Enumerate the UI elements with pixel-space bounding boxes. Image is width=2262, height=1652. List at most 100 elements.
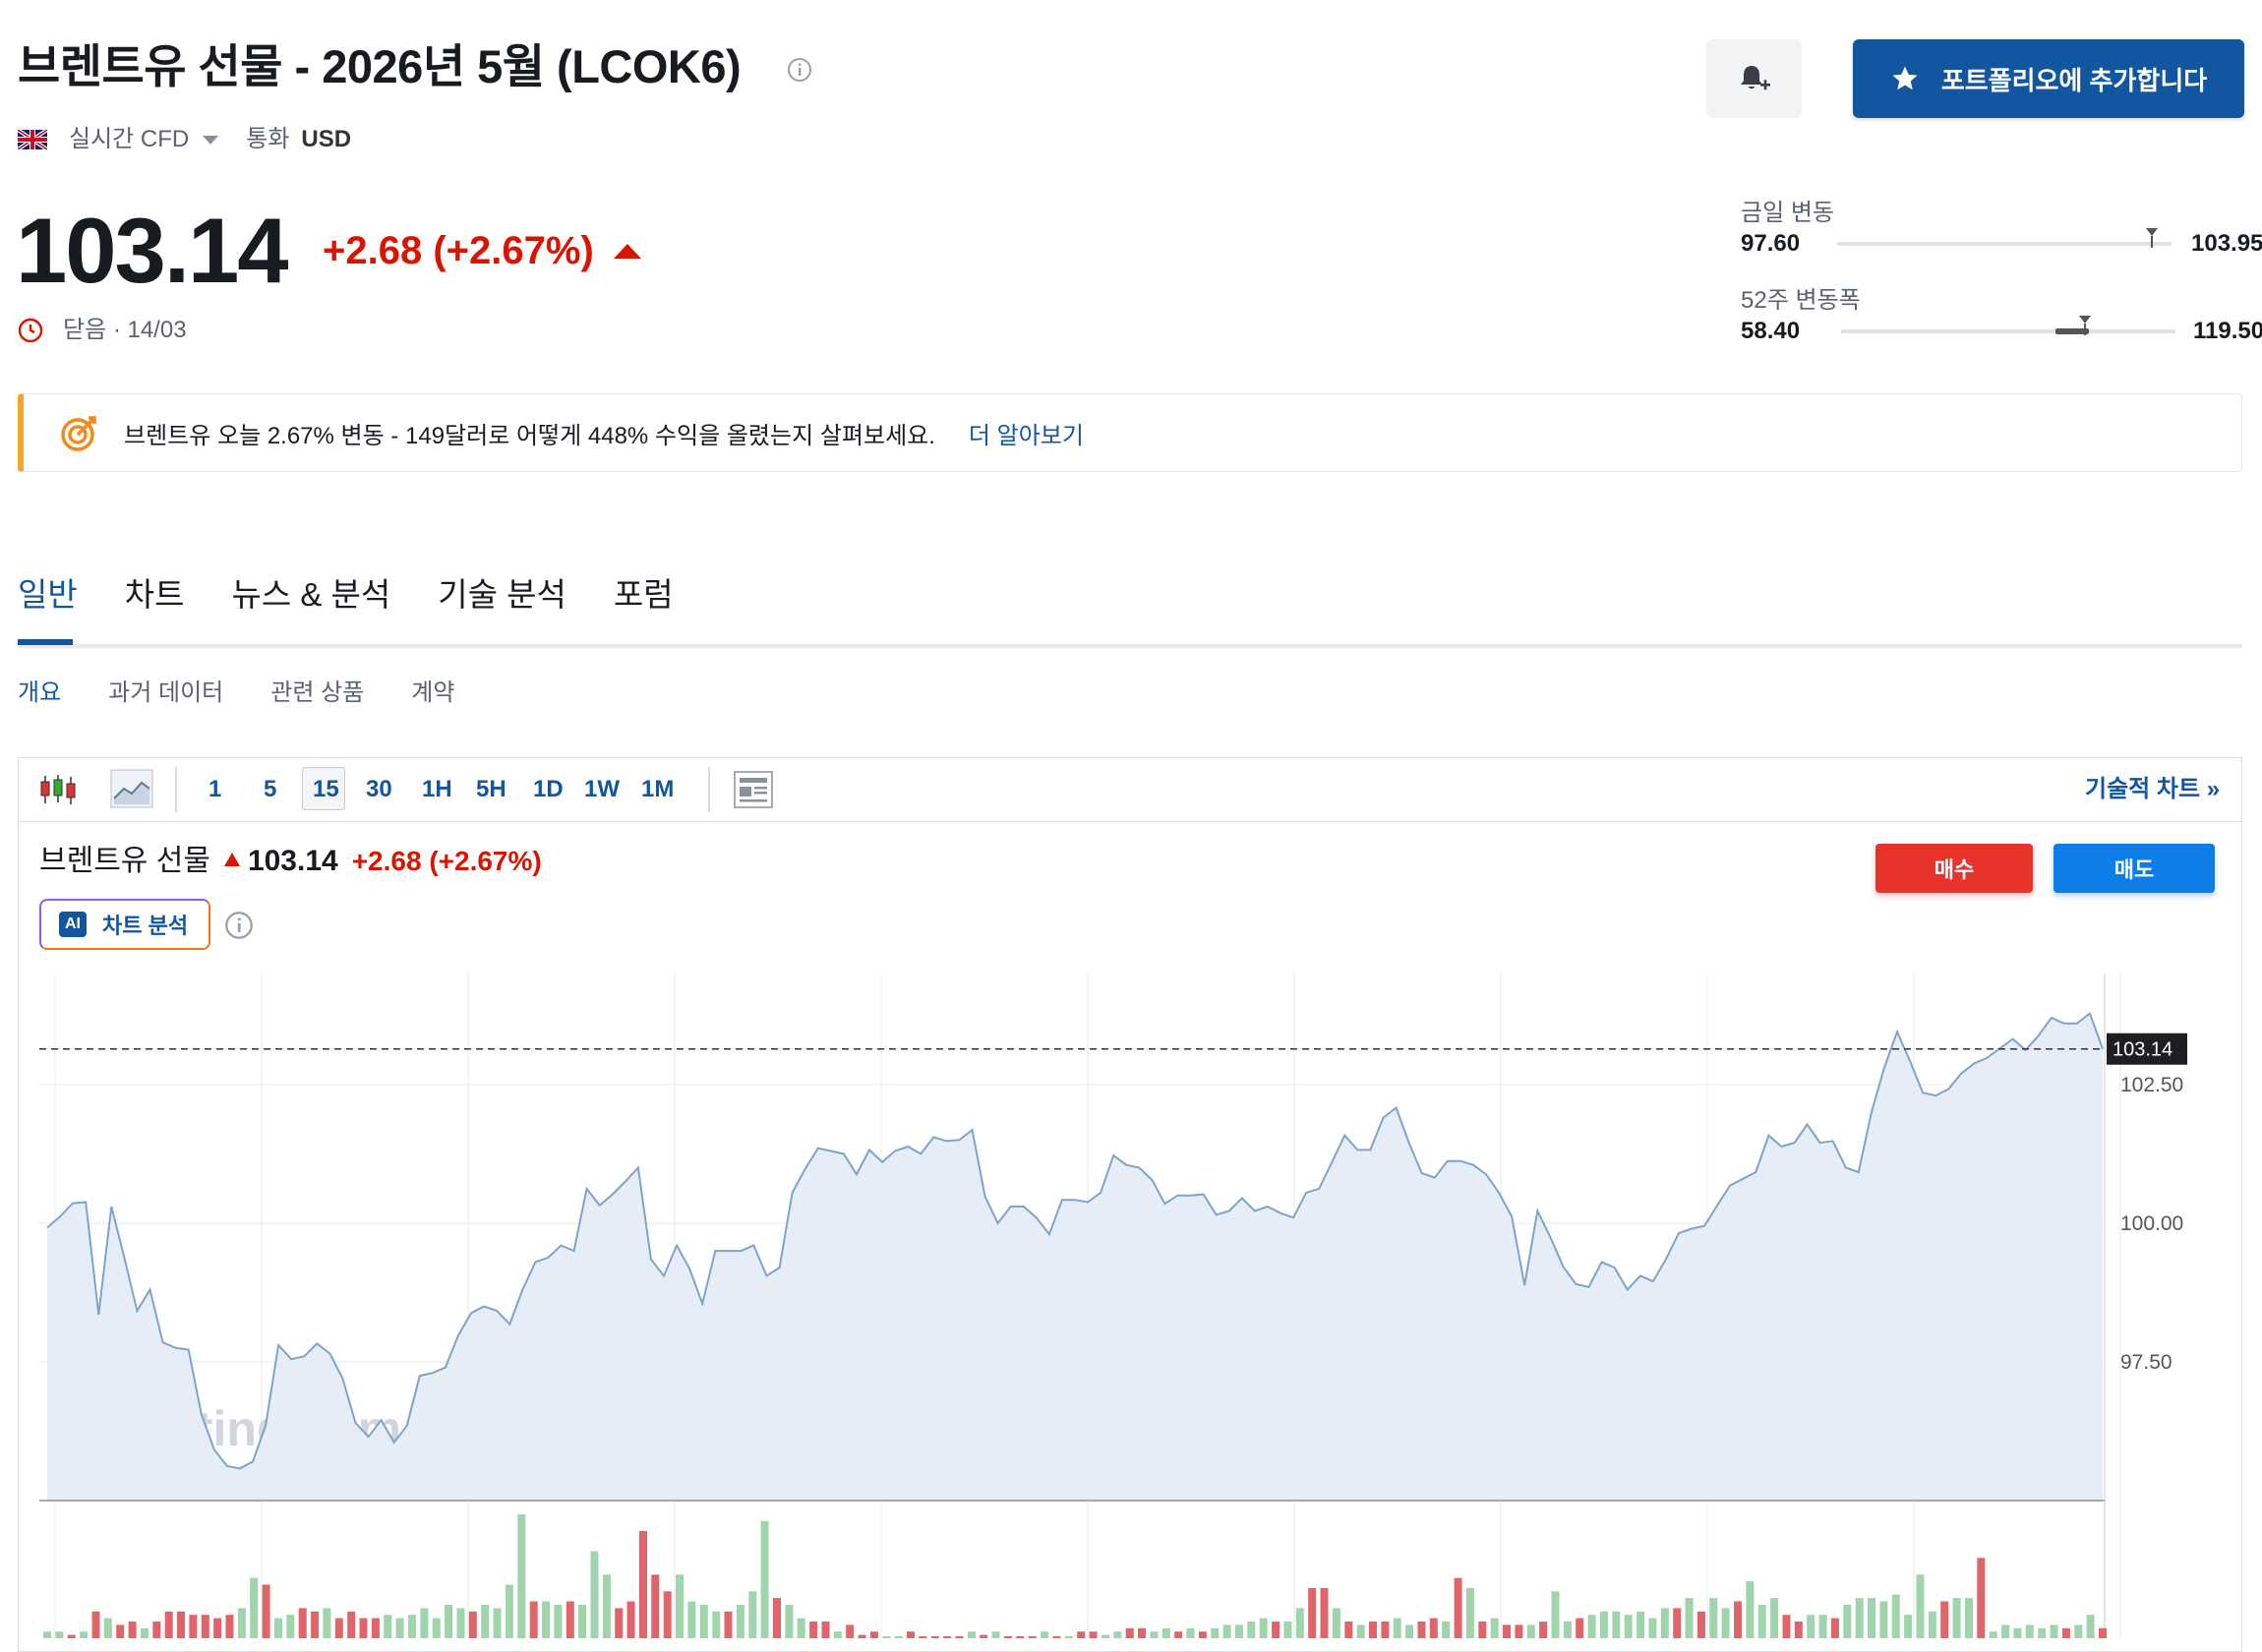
subtab-historical-data[interactable]: 과거 데이터	[108, 677, 223, 710]
volume-bar	[432, 1618, 441, 1638]
volume-bar	[651, 1574, 660, 1638]
volume-bar	[420, 1608, 429, 1638]
volume-bar	[1673, 1608, 1682, 1638]
volume-bar	[1977, 1558, 1986, 1638]
info-icon[interactable]	[224, 911, 254, 940]
candlestick-icon[interactable]	[39, 773, 77, 806]
volume-bar	[991, 1631, 1000, 1638]
subtab-related[interactable]: 관련 상품	[270, 677, 364, 710]
main-tabs: 일반 차트 뉴스 & 분석 기술 분석 포럼	[18, 568, 721, 621]
volume-bar	[967, 1631, 976, 1638]
tab-chart[interactable]: 차트	[125, 568, 185, 621]
interval-5h[interactable]: 5H	[476, 773, 506, 806]
volume-bar	[395, 1618, 404, 1638]
volume-bar	[1576, 1618, 1584, 1638]
tab-news-analysis[interactable]: 뉴스 & 분석	[231, 568, 390, 621]
buy-button[interactable]: 매수	[1875, 844, 2033, 893]
tab-forum[interactable]: 포럼	[614, 568, 674, 621]
tab-technical[interactable]: 기술 분석	[438, 568, 566, 621]
chart-change: +2.68 (+2.67%)	[351, 846, 542, 876]
cfd-dropdown[interactable]: 실시간 CFD	[69, 122, 246, 157]
info-icon[interactable]	[787, 57, 812, 83]
volume-bar	[103, 1618, 112, 1638]
volume-bar	[1332, 1608, 1340, 1638]
volume-bar	[1041, 1631, 1049, 1638]
volume-bar	[2001, 1624, 2010, 1638]
price-area	[47, 1013, 2103, 1501]
volume-bar	[1465, 1587, 1474, 1638]
sell-button[interactable]: 매도	[2054, 844, 2215, 893]
volume-bar	[1746, 1581, 1755, 1638]
interval-30[interactable]: 30	[366, 773, 392, 806]
day-range-marker	[2145, 228, 2159, 253]
interval-15[interactable]: 15	[313, 773, 339, 806]
volume-bar	[311, 1611, 320, 1638]
interval-1w[interactable]: 1W	[584, 773, 620, 806]
volume-bar	[687, 1601, 696, 1638]
ai-badge-icon: AI	[59, 912, 87, 937]
volume-bar	[785, 1604, 794, 1638]
volume-bar	[846, 1624, 855, 1638]
volume-bar	[1283, 1622, 1292, 1638]
volume-bar	[67, 1634, 76, 1638]
volume-bar	[1757, 1604, 1766, 1638]
arrow-up-icon	[223, 853, 240, 866]
volume-bar	[456, 1608, 465, 1638]
volume-bar	[626, 1601, 635, 1638]
tab-general[interactable]: 일반	[18, 568, 78, 621]
volume-bar	[615, 1608, 624, 1638]
area-chart-icon[interactable]	[110, 769, 153, 808]
volume-bar	[359, 1618, 368, 1638]
volume-bar	[1344, 1622, 1353, 1638]
volume-bar	[1320, 1587, 1329, 1638]
banner-learn-more-link[interactable]: 더 알아보기	[969, 416, 1084, 450]
volume-bar	[1211, 1627, 1220, 1638]
day-range-bar	[1837, 242, 2172, 246]
news-icon[interactable]	[734, 771, 773, 808]
add-to-portfolio-button[interactable]: 포트폴리오에 추가합니다	[1853, 39, 2244, 118]
volume-bar	[1490, 1618, 1499, 1638]
volume-bar	[1868, 1598, 1875, 1638]
interval-5[interactable]: 5	[264, 773, 276, 806]
interval-1[interactable]: 1	[208, 773, 221, 806]
volume-bar	[140, 1627, 149, 1638]
technical-chart-link[interactable]: 기술적 차트 »	[2085, 773, 2220, 806]
interval-1d[interactable]: 1D	[533, 773, 564, 806]
interval-1h[interactable]: 1H	[422, 773, 452, 806]
volume-bar	[2074, 1624, 2083, 1638]
week52-range-bar	[1841, 329, 2175, 333]
price-chart[interactable]: Investing.com 97.50100.00102.50 103.14	[20, 974, 2223, 1638]
volume-bar	[639, 1531, 647, 1638]
volume-bar	[980, 1634, 988, 1638]
tab-divider	[18, 644, 2242, 648]
volume-bar	[1308, 1587, 1317, 1638]
volume-bar	[1794, 1622, 1803, 1638]
arrow-up-icon	[613, 243, 641, 259]
volume-bar	[445, 1604, 453, 1638]
subtab-overview[interactable]: 개요	[18, 677, 61, 710]
volume-bar	[505, 1584, 513, 1638]
volume-bar	[286, 1615, 295, 1638]
volume-bar	[1503, 1624, 1511, 1638]
volume-bar	[274, 1618, 282, 1638]
volume-bar	[91, 1611, 100, 1638]
quote-meta: 실시간 CFD 통화 USD	[18, 122, 351, 157]
y-tick-label: 100.00	[2120, 1212, 2183, 1235]
subtab-contracts[interactable]: 계약	[411, 677, 454, 710]
volume-bar	[225, 1615, 234, 1638]
uk-flag-icon	[18, 130, 47, 149]
volume-bar	[128, 1622, 137, 1638]
volume-bar	[1174, 1631, 1183, 1638]
volume-bar	[1272, 1622, 1280, 1638]
ai-chart-analysis-button[interactable]: AI 차트 분석	[39, 899, 210, 950]
chart-toolbar	[18, 757, 2242, 822]
volume-bar	[712, 1611, 721, 1638]
instrument-title: 브렌트유 선물 - 2026년 5월 (LCOK6)	[18, 40, 742, 92]
interval-1m[interactable]: 1M	[641, 773, 674, 806]
volume-bar	[1637, 1611, 1645, 1638]
add-alert-button[interactable]	[1706, 39, 1802, 118]
volume-bar	[1891, 1594, 1900, 1638]
volume-bar	[773, 1598, 781, 1638]
volume-bar	[797, 1618, 805, 1638]
volume-bar	[1515, 1624, 1523, 1638]
